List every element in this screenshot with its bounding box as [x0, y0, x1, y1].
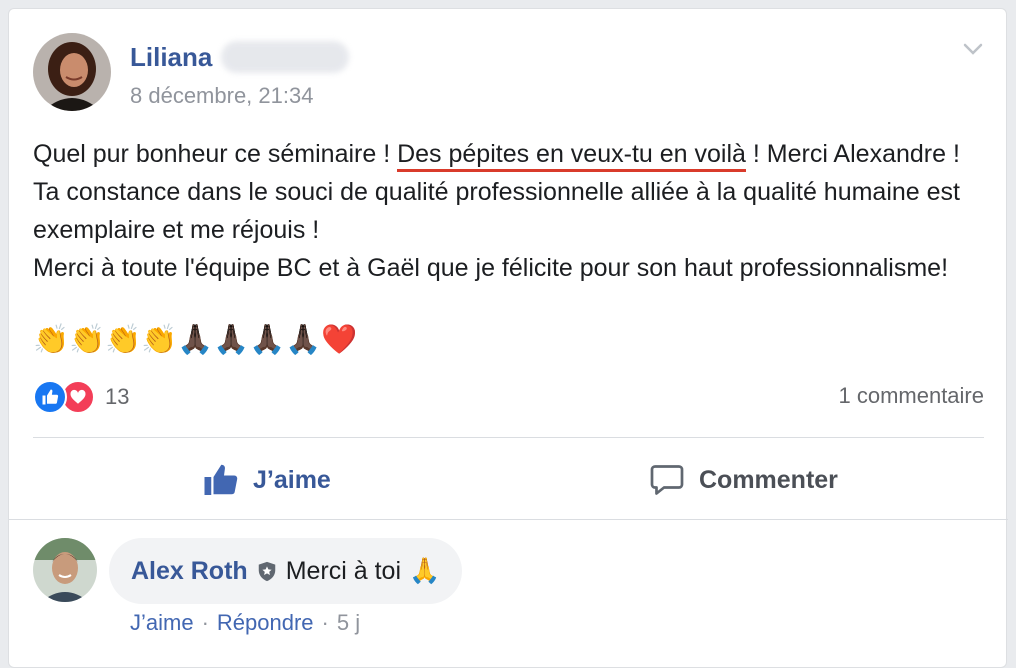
commenter-avatar[interactable]: [33, 538, 97, 602]
clapping-hands-emoji: 👏: [105, 324, 142, 356]
post-timestamp[interactable]: 8 décembre, 21:34: [130, 83, 313, 109]
divider: [33, 437, 984, 438]
admin-shield-icon: [258, 561, 275, 582]
redacted-surname: [221, 41, 349, 73]
comment-text: Merci à toi: [285, 556, 401, 585]
like-button[interactable]: J’aime: [203, 457, 331, 503]
commenter-name[interactable]: Alex Roth: [131, 557, 248, 586]
comment-age[interactable]: 5 j: [337, 610, 360, 636]
speech-bubble-icon: [650, 465, 684, 495]
comment-bubble: Alex Roth Merci à toi 🙏: [109, 538, 463, 604]
thumbs-up-icon: [204, 464, 238, 495]
folded-hands-emoji: 🙏🏿: [249, 324, 286, 356]
separator-dot: ·: [201, 610, 209, 635]
comment-actions: J’aime · Répondre · 5 j: [130, 610, 360, 636]
post-card: Liliana 8 décembre, 21:34 Quel pur bonhe…: [8, 8, 1008, 668]
folded-hands-emoji: 🙏🏿: [285, 324, 322, 356]
clapping-hands-emoji: 👏: [69, 324, 106, 356]
folded-hands-emoji: 🙏🏿: [213, 324, 250, 356]
comment-button[interactable]: Commenter: [649, 457, 838, 503]
folded-hands-emoji: 🙏: [409, 556, 441, 585]
comment-button-label: Commenter: [699, 465, 838, 494]
clapping-hands-emoji: 👏: [141, 324, 178, 356]
chevron-down-icon[interactable]: [961, 37, 985, 61]
highlighted-phrase: Des pépites en veux-tu en voilà: [397, 140, 746, 172]
post-text-intro: Quel pur bonheur ce séminaire !: [33, 140, 398, 168]
author-avatar[interactable]: [33, 33, 111, 111]
comment-like-link[interactable]: J’aime: [130, 610, 194, 636]
reaction-count: 13: [105, 384, 130, 409]
like-reaction-icon: [33, 380, 67, 414]
like-button-label: J’aime: [253, 465, 331, 494]
comment-count-link[interactable]: 1 commentaire: [838, 383, 984, 409]
comment-reply-link[interactable]: Répondre: [217, 610, 314, 636]
post-text-thanks: Merci à toute l'équipe BC et à Gaël que …: [33, 254, 949, 282]
red-heart-emoji: ❤️: [321, 324, 358, 356]
emoji-row: 👏 👏 👏 👏 🙏🏿 🙏🏿 🙏🏿 🙏🏿 ❤️: [33, 322, 358, 358]
folded-hands-emoji: 🙏🏿: [177, 324, 214, 356]
clapping-hands-emoji: 👏: [33, 324, 70, 356]
author-name[interactable]: Liliana: [130, 42, 212, 73]
reaction-summary[interactable]: 13: [33, 380, 130, 414]
separator-dot: ·: [321, 610, 329, 635]
post-body: Quel pur bonheur ce séminaire ! Des pépi…: [33, 135, 983, 287]
divider: [9, 519, 1008, 520]
